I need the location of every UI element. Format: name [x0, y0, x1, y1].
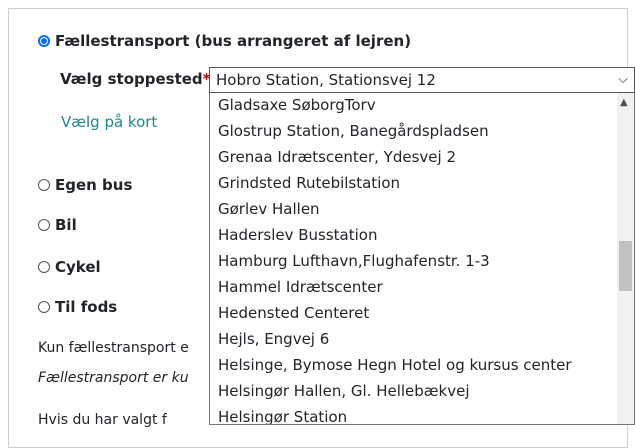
dropdown-option[interactable]: Grenaa Idrætscenter, Ydesvej 2 [218, 147, 456, 167]
dropdown-scrollbar[interactable]: ▲ [617, 93, 634, 424]
scrollbar-thumb[interactable] [619, 241, 632, 291]
option-label: Til fods [55, 298, 118, 316]
dropdown-option[interactable]: Helsingør Station [218, 407, 347, 424]
option-label: Fællestransport (bus arrangeret af lejre… [55, 32, 412, 50]
dropdown-option[interactable]: Glostrup Station, Banegårdspladsen [218, 121, 489, 141]
dropdown-option[interactable]: Gladsaxe SøborgTorv [218, 95, 376, 115]
dropdown-option[interactable]: Helsingør Hallen, Gl. Hellebækvej [218, 381, 469, 401]
info-text-2: Fællestransport er ku [38, 370, 189, 386]
radio-checked-icon[interactable] [38, 35, 50, 47]
dropdown-option[interactable]: Grindsted Rutebilstation [218, 173, 400, 193]
option-label: Bil [55, 216, 77, 234]
dropdown-option[interactable]: Hejls, Engvej 6 [218, 329, 329, 349]
stop-selected-value: Hobro Station, Stationsvej 12 [216, 71, 436, 89]
stop-label: Vælg stoppested* [60, 70, 211, 88]
info-text-1: Kun fællestransport e [38, 340, 189, 356]
dropdown-option[interactable]: Gørlev Hallen [218, 199, 320, 219]
option-shared-transport[interactable]: Fællestransport (bus arrangeret af lejre… [38, 32, 411, 50]
info-text-3: Hvis du har valgt f [38, 412, 167, 428]
dropdown-option[interactable]: Helsinge, Bymose Hegn Hotel og kursus ce… [218, 355, 572, 375]
dropdown-option[interactable]: Haderslev Busstation [218, 225, 377, 245]
choose-on-map-link[interactable]: Vælg på kort [61, 113, 157, 131]
option-car[interactable]: Bil [38, 216, 77, 234]
dropdown-option[interactable]: Hamburg Lufthavn,Flughafenstr. 1-3 [218, 251, 490, 271]
stop-select[interactable]: Hobro Station, Stationsvej 12 ⌵ [209, 67, 635, 93]
option-label: Egen bus [55, 176, 133, 194]
option-label: Cykel [55, 258, 101, 276]
radio-icon[interactable] [38, 261, 50, 273]
scroll-up-arrow-icon[interactable]: ▲ [620, 97, 628, 108]
radio-icon[interactable] [38, 301, 50, 313]
option-walk[interactable]: Til fods [38, 298, 117, 316]
option-bike[interactable]: Cykel [38, 258, 101, 276]
radio-icon[interactable] [38, 219, 50, 231]
stop-dropdown-list[interactable]: Gladsaxe SøborgTorv Glostrup Station, Ba… [209, 93, 635, 425]
option-own-bus[interactable]: Egen bus [38, 176, 132, 194]
chevron-down-icon[interactable]: ⌵ [618, 68, 628, 92]
dropdown-option[interactable]: Hedensted Centeret [218, 303, 369, 323]
radio-icon[interactable] [38, 179, 50, 191]
dropdown-option[interactable]: Hammel Idrætscenter [218, 277, 383, 297]
